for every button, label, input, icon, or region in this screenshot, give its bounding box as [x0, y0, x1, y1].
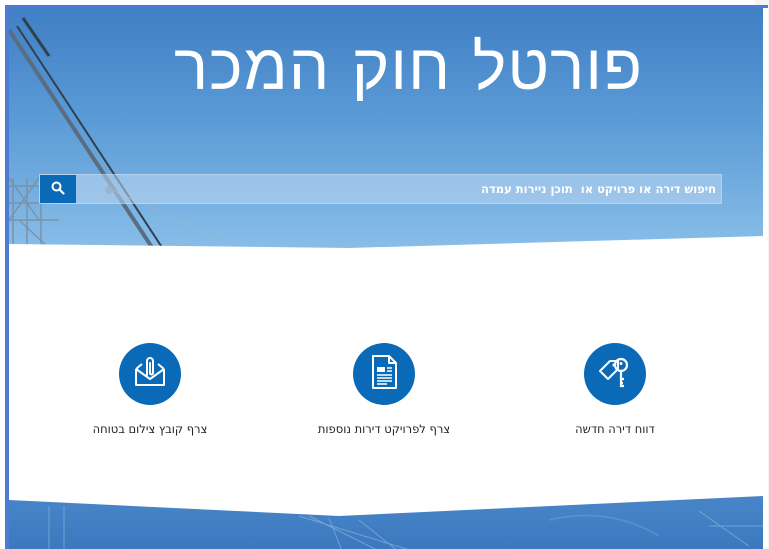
search-input[interactable] — [80, 175, 720, 203]
search-button[interactable] — [40, 175, 76, 203]
page: פורטל חוק המכר חיפוש דירה או פרויקט או ת… — [0, 0, 769, 549]
report-new-apartment-action[interactable]: דווח דירה חדשה — [515, 343, 715, 436]
search-bar — [39, 174, 722, 204]
footer-background-crane — [9, 486, 763, 549]
add-apartments-label: צרף לפרויקט דירות נוספות — [317, 422, 451, 436]
report-new-apartment-button[interactable] — [584, 343, 646, 405]
hero-banner: פורטל חוק המכר — [9, 8, 763, 258]
key-icon — [596, 353, 634, 395]
search-icon — [51, 180, 65, 199]
page-title: פורטל חוק המכר — [173, 31, 643, 105]
report-new-apartment-label: דווח דירה חדשה — [575, 422, 655, 436]
document-icon — [367, 353, 401, 395]
attach-guarantee-scan-button[interactable] — [119, 343, 181, 405]
add-apartments-button[interactable] — [353, 343, 415, 405]
portal-frame: פורטל חוק המכר חיפוש דירה או פרויקט או ת… — [5, 5, 768, 549]
footer-image-strip — [9, 486, 763, 549]
add-apartments-action[interactable]: צרף לפרויקט דירות נוספות — [284, 343, 484, 436]
attach-guarantee-scan-label: צרף קובץ צילום בטוחה — [92, 422, 208, 436]
attach-guarantee-scan-action[interactable]: צרף קובץ צילום בטוחה — [50, 343, 250, 436]
envelope-attachment-icon — [131, 353, 169, 395]
